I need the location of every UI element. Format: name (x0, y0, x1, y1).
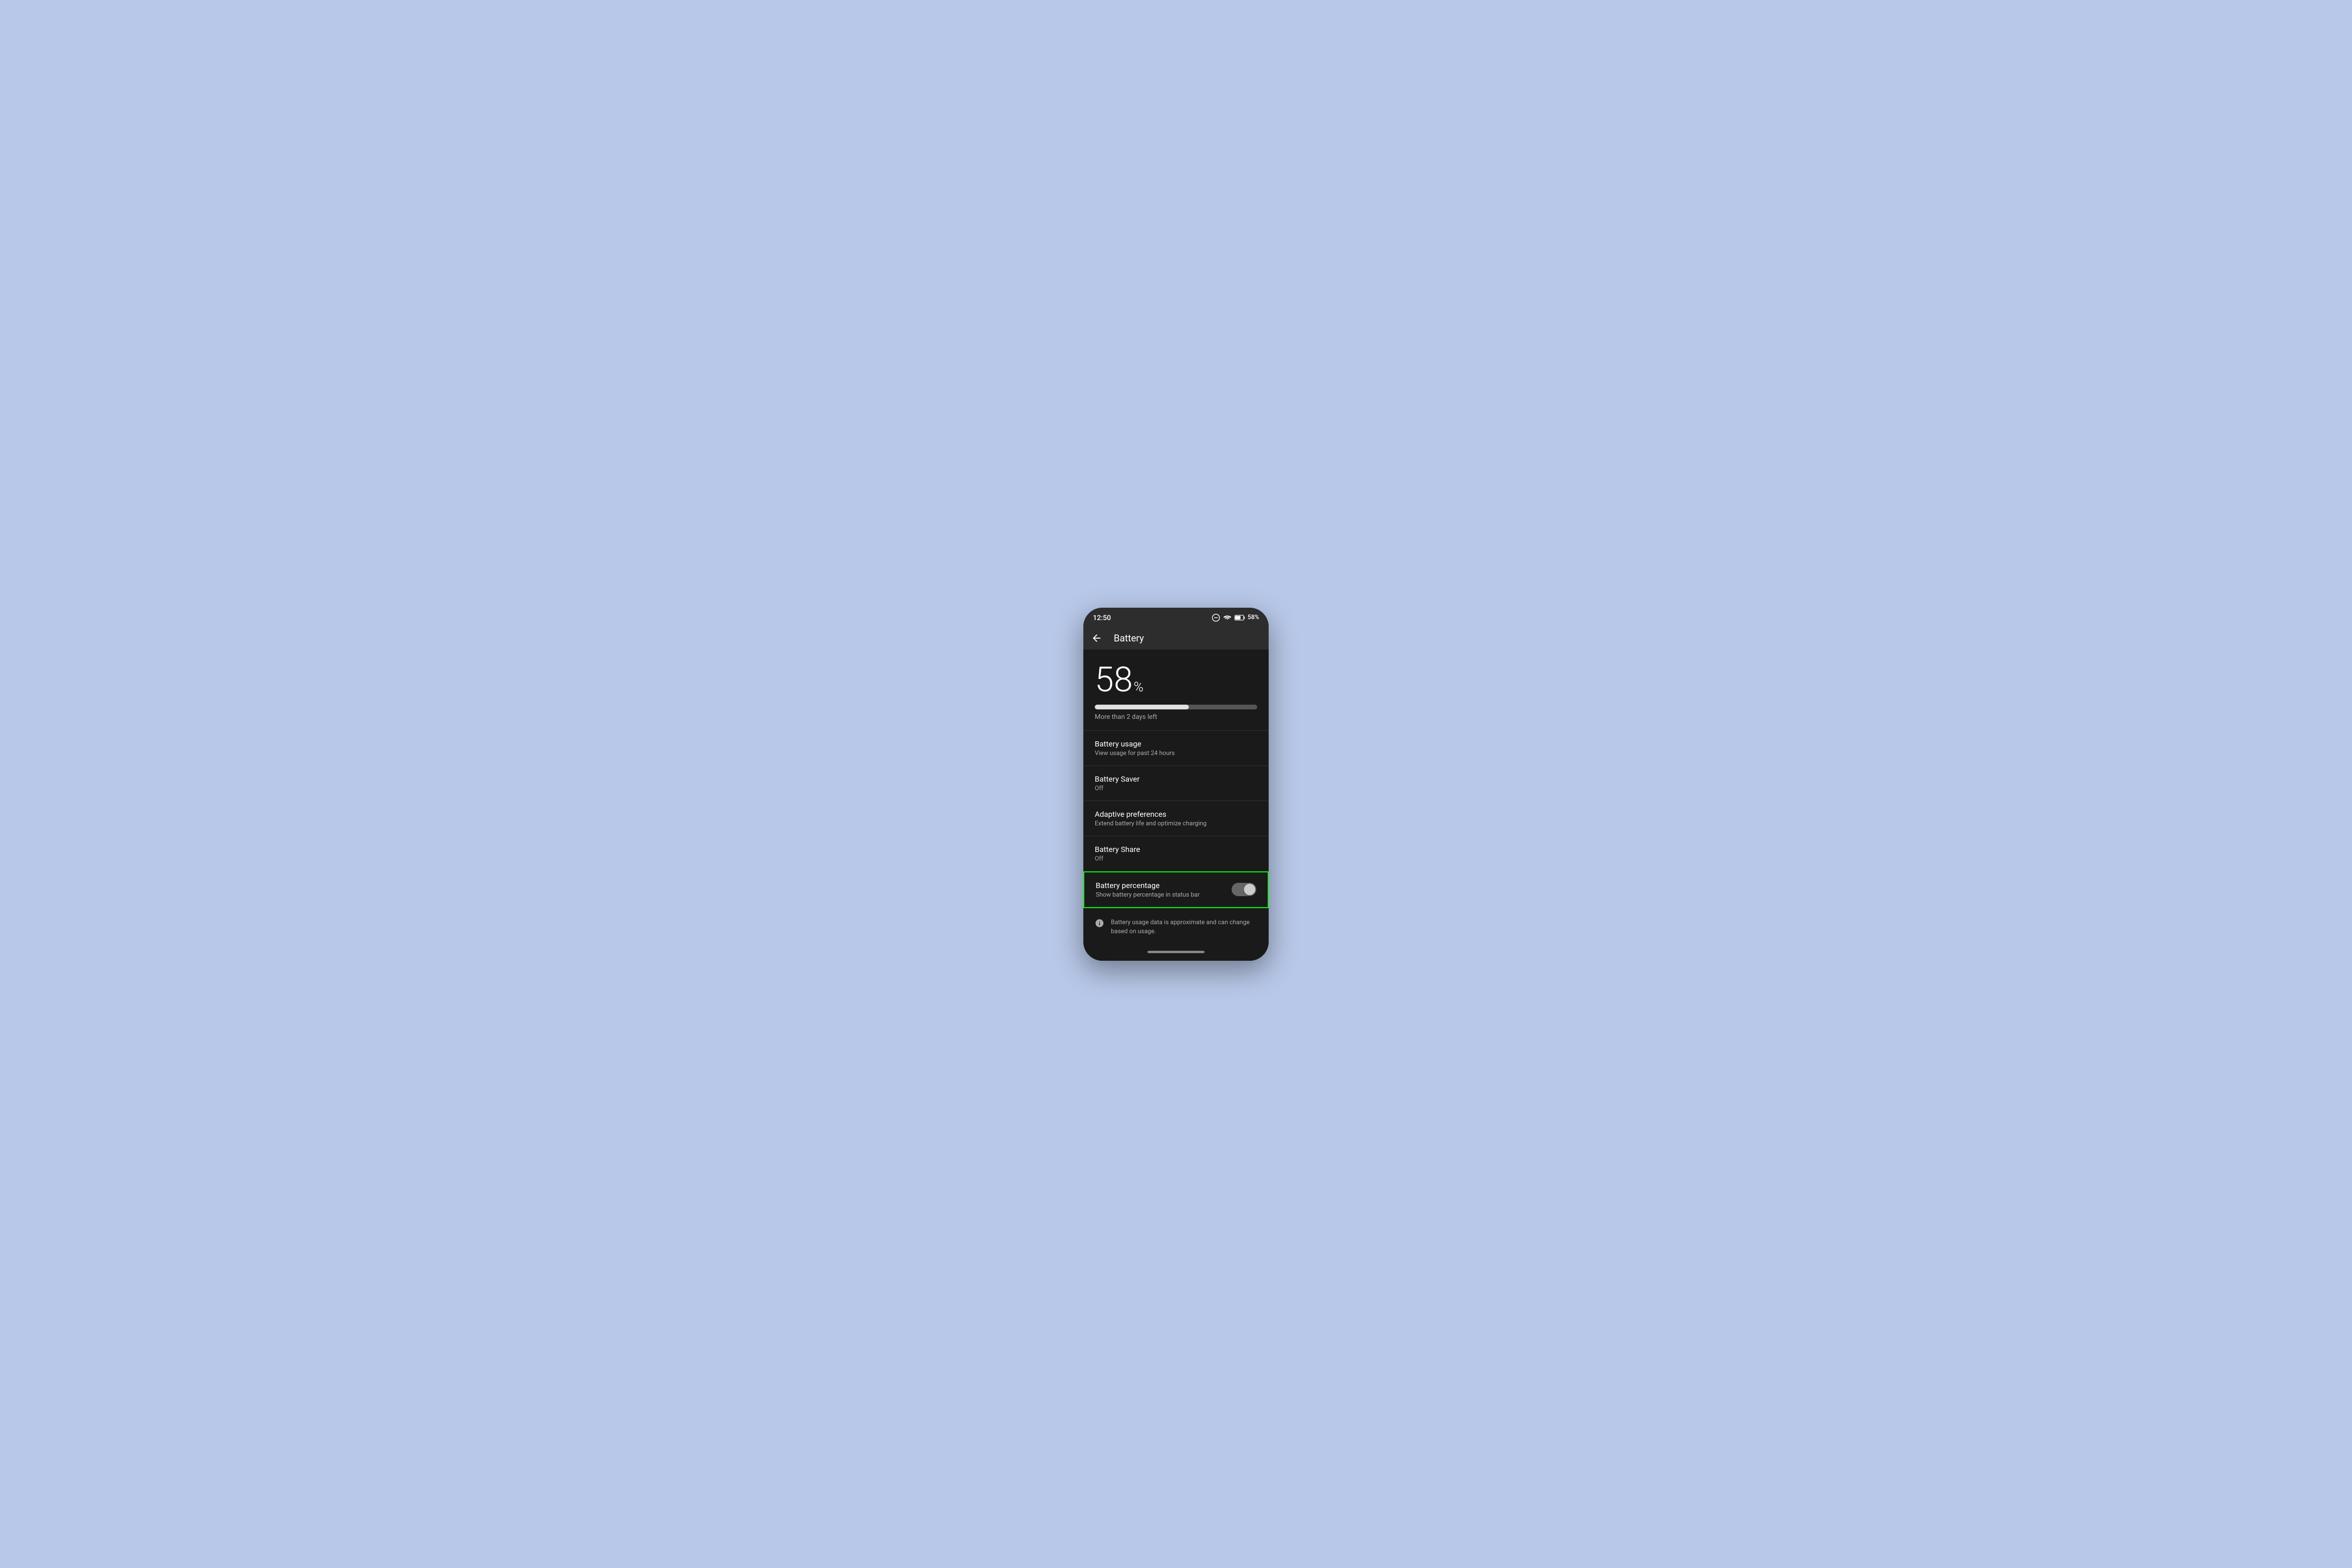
battery-share-title: Battery Share (1095, 845, 1257, 854)
status-icons: 58% (1212, 613, 1259, 622)
battery-saver-subtitle: Off (1095, 785, 1257, 792)
info-icon (1095, 918, 1104, 930)
back-arrow-icon (1091, 632, 1102, 644)
battery-icon (1234, 614, 1245, 621)
toolbar: Battery (1083, 627, 1269, 650)
battery-progress-bar (1095, 705, 1257, 709)
battery-share-subtitle: Off (1095, 855, 1257, 862)
battery-saver-title: Battery Saver (1095, 774, 1257, 784)
home-indicator (1083, 946, 1269, 961)
status-time: 12:50 (1093, 613, 1111, 622)
info-section: Battery usage data is approximate and ca… (1083, 908, 1269, 946)
battery-percentage-title: Battery percentage (1096, 881, 1232, 890)
battery-percent-display: 58 % (1095, 663, 1257, 697)
battery-saver-item[interactable]: Battery Saver Off (1083, 766, 1269, 801)
battery-percentage-subtitle: Show battery percentage in status bar (1096, 891, 1232, 899)
battery-time-left: More than 2 days left (1095, 713, 1257, 721)
dnd-icon (1212, 613, 1220, 622)
battery-percent-value: 58 (1095, 663, 1133, 697)
info-text: Battery usage data is approximate and ca… (1111, 918, 1257, 937)
battery-percentage-toggle[interactable] (1232, 883, 1256, 896)
battery-percentage-content: Battery percentage Show battery percenta… (1096, 881, 1232, 899)
battery-share-item[interactable]: Battery Share Off (1083, 836, 1269, 871)
back-button[interactable] (1091, 632, 1102, 644)
battery-usage-subtitle: View usage for past 24 hours (1095, 750, 1257, 757)
status-bar: 12:50 58% (1083, 608, 1269, 627)
battery-hero-section: 58 % More than 2 days left (1083, 650, 1269, 730)
adaptive-preferences-subtitle: Extend battery life and optimize chargin… (1095, 820, 1257, 827)
battery-percent-sign: % (1134, 680, 1144, 694)
battery-usage-item[interactable]: Battery usage View usage for past 24 hou… (1083, 731, 1269, 765)
adaptive-preferences-item[interactable]: Adaptive preferences Extend battery life… (1083, 801, 1269, 836)
home-bar (1147, 951, 1205, 953)
battery-bar-fill (1095, 705, 1189, 709)
phone-container: 12:50 58% (1083, 608, 1269, 961)
toolbar-title: Battery (1114, 632, 1144, 644)
wifi-icon (1223, 614, 1232, 621)
content-area: 58 % More than 2 days left Battery usage… (1083, 650, 1269, 946)
battery-percentage-item[interactable]: Battery percentage Show battery percenta… (1083, 871, 1269, 908)
battery-usage-title: Battery usage (1095, 739, 1257, 748)
adaptive-preferences-title: Adaptive preferences (1095, 810, 1257, 819)
battery-percent-status: 58% (1248, 614, 1259, 621)
